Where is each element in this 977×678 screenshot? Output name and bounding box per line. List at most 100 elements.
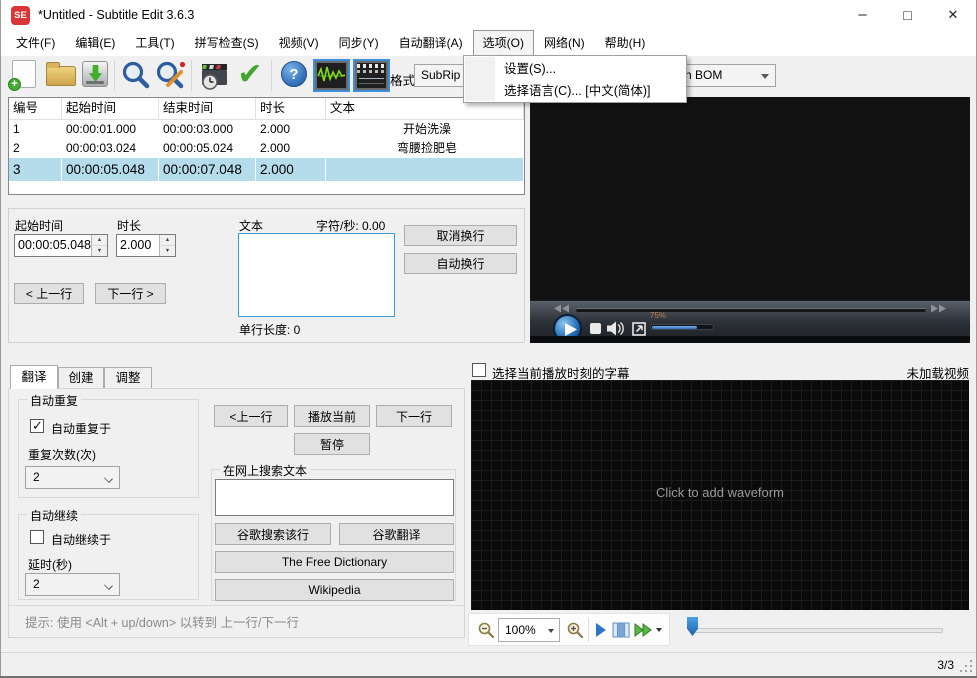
format-label: 格式 [390,74,416,88]
menu-bar: 文件(F) 编辑(E) 工具(T) 拼写检查(S) 视频(V) 同步(Y) 自动… [1,30,976,56]
minimize-button[interactable] [840,0,885,30]
menu-tools[interactable]: 工具(T) [125,30,184,56]
auto-continue-checkbox-label: 自动继续于 [51,533,112,547]
select-current-subtitle-checkbox[interactable] [472,363,486,377]
resize-grip-icon[interactable] [960,660,973,673]
menu-video[interactable]: 视频(V) [269,30,329,56]
duration-label: 时长 [117,219,142,233]
app-logo-icon: SE [11,6,30,25]
clapperboard-icon [357,63,386,88]
delay-combobox[interactable]: 2 [25,573,120,596]
web-search-textbox[interactable] [215,479,454,516]
tab-translate[interactable]: 翻译 [10,365,58,389]
previous-line-button[interactable]: <上一行 [214,405,288,427]
google-translate-button[interactable]: 谷歌翻译 [339,523,454,545]
tab-adjust[interactable]: 调整 [104,367,152,389]
table-row[interactable]: 2 00:00:03.024 00:00:05.024 2.000 弯腰捡肥皂 [9,139,524,158]
unbreak-button[interactable]: 取消换行 [404,225,517,246]
zoom-out-icon[interactable] [477,621,495,639]
spin-down-icon[interactable]: ▼ [160,246,175,256]
window-title: *Untitled - Subtitle Edit 3.6.3 [38,8,195,22]
chevron-down-icon [761,74,769,79]
repeat-count-combobox[interactable]: 2 [25,466,120,489]
menu-options[interactable]: 选项(O) [472,30,534,56]
table-row[interactable]: 1 00:00:01.000 00:00:03.000 2.000 开始洗澡 [9,120,524,139]
spin-down-icon[interactable]: ▼ [92,246,107,256]
seek-back-icon[interactable] [554,304,570,313]
menu-file[interactable]: 文件(F) [6,30,65,56]
menu-sync[interactable]: 同步(Y) [329,30,389,56]
web-search-group-title: 在网上搜索文本 [220,462,311,479]
volume-percent-label: 75% [650,311,667,320]
spin-up-icon[interactable]: ▲ [92,235,107,246]
spellcheck-icon[interactable] [234,56,266,94]
save-icon[interactable] [82,61,108,87]
subtitle-text-textarea[interactable] [238,233,395,317]
spin-up-icon[interactable]: ▲ [160,235,175,246]
video-position-icon[interactable] [612,622,630,638]
start-time-spinner[interactable]: 00:00:05.048 ▲ ▼ [14,234,108,257]
auto-break-button[interactable]: 自动换行 [404,253,517,274]
help-icon[interactable] [281,61,307,87]
seek-forward-icon[interactable] [930,304,946,313]
waveform-play-icon[interactable] [595,622,607,638]
auto-repeat-checkbox[interactable] [30,418,44,434]
find-icon[interactable] [120,59,152,91]
previous-line-button[interactable]: < 上一行 [14,283,84,304]
wikipedia-button[interactable]: Wikipedia [215,579,454,601]
waveform-scroll-slider[interactable] [690,628,943,633]
close-button[interactable] [930,0,976,30]
speaker-icon[interactable] [606,321,626,336]
seek-bar[interactable] [576,308,926,312]
waveform-controls: 100% [468,613,670,646]
menu-item-choose-language[interactable]: 选择语言(C)... [中文(简体)] [465,80,686,102]
format-value: SubRip [421,68,461,82]
web-search-group: 在网上搜索文本 谷歌搜索该行 谷歌翻译 The Free Dictionary … [211,462,456,601]
zoom-in-icon[interactable] [566,621,584,639]
video-toggle-button[interactable] [353,59,390,92]
chevron-down-icon [548,629,554,633]
auto-continue-checkbox[interactable] [30,530,44,544]
duration-spinner[interactable]: 2.000 ▲ ▼ [116,234,176,257]
tab-create[interactable]: 创建 [58,367,104,389]
waveform-placeholder: Click to add waveform [656,485,784,500]
maximize-button[interactable] [885,0,930,30]
waveform-toggle-button[interactable] [313,59,350,92]
header-start-time: 起始时间 [62,98,159,120]
hint-label: 提示: 使用 <Alt + up/down> 以转到 上一行/下一行 [25,616,300,630]
free-dictionary-button[interactable]: The Free Dictionary [215,551,454,573]
open-file-icon[interactable] [46,62,76,86]
next-line-button[interactable]: 下一行 > [95,283,166,304]
playback-speed-icon[interactable] [633,623,653,637]
fullscreen-icon[interactable] [632,322,646,336]
table-row-selected[interactable]: 3 00:00:05.048 00:00:07.048 2.000 [9,158,524,181]
header-end-time: 结束时间 [159,98,256,120]
replace-icon[interactable] [154,59,186,91]
waveform-zoom-combobox[interactable]: 100% [498,618,560,642]
chevron-down-icon [104,474,113,483]
translate-tab-panel: 自动重复 自动重复于 重复次数(次) 2 自动继续 自动继续于 延时(秒) 2 … [8,388,465,638]
google-search-button[interactable]: 谷歌搜索该行 [215,523,331,545]
new-file-icon[interactable]: + [8,60,36,91]
options-dropdown-menu: 设置(S)... 选择语言(C)... [中文(简体)] [463,55,687,103]
repeat-count-label: 重复次数(次) [28,448,96,462]
play-current-button[interactable]: 播放当前 [294,405,370,427]
volume-slider[interactable] [650,324,714,330]
auto-continue-group: 自动继续 自动继续于 延时(秒) 2 [18,507,199,600]
waveform-area[interactable]: Click to add waveform [471,380,969,610]
chevron-down-icon[interactable] [656,628,662,632]
menu-network[interactable]: 网络(N) [534,30,595,56]
menu-edit[interactable]: 编辑(E) [65,30,125,56]
menu-item-settings[interactable]: 设置(S)... [465,58,686,80]
menu-autotranslate[interactable]: 自动翻译(A) [389,30,473,56]
video-player[interactable]: 75% [530,97,970,343]
next-line-button[interactable]: 下一行 [376,405,452,427]
visual-sync-icon[interactable] [198,60,230,92]
header-duration: 时长 [256,98,326,120]
menu-help[interactable]: 帮助(H) [595,30,656,56]
app-window: SE *Untitled - Subtitle Edit 3.6.3 文件(F)… [0,0,977,678]
stop-button[interactable] [590,323,601,334]
menu-spellcheck[interactable]: 拼写检查(S) [185,30,269,56]
slider-thumb[interactable] [687,617,698,636]
pause-button[interactable]: 暂停 [294,433,370,455]
